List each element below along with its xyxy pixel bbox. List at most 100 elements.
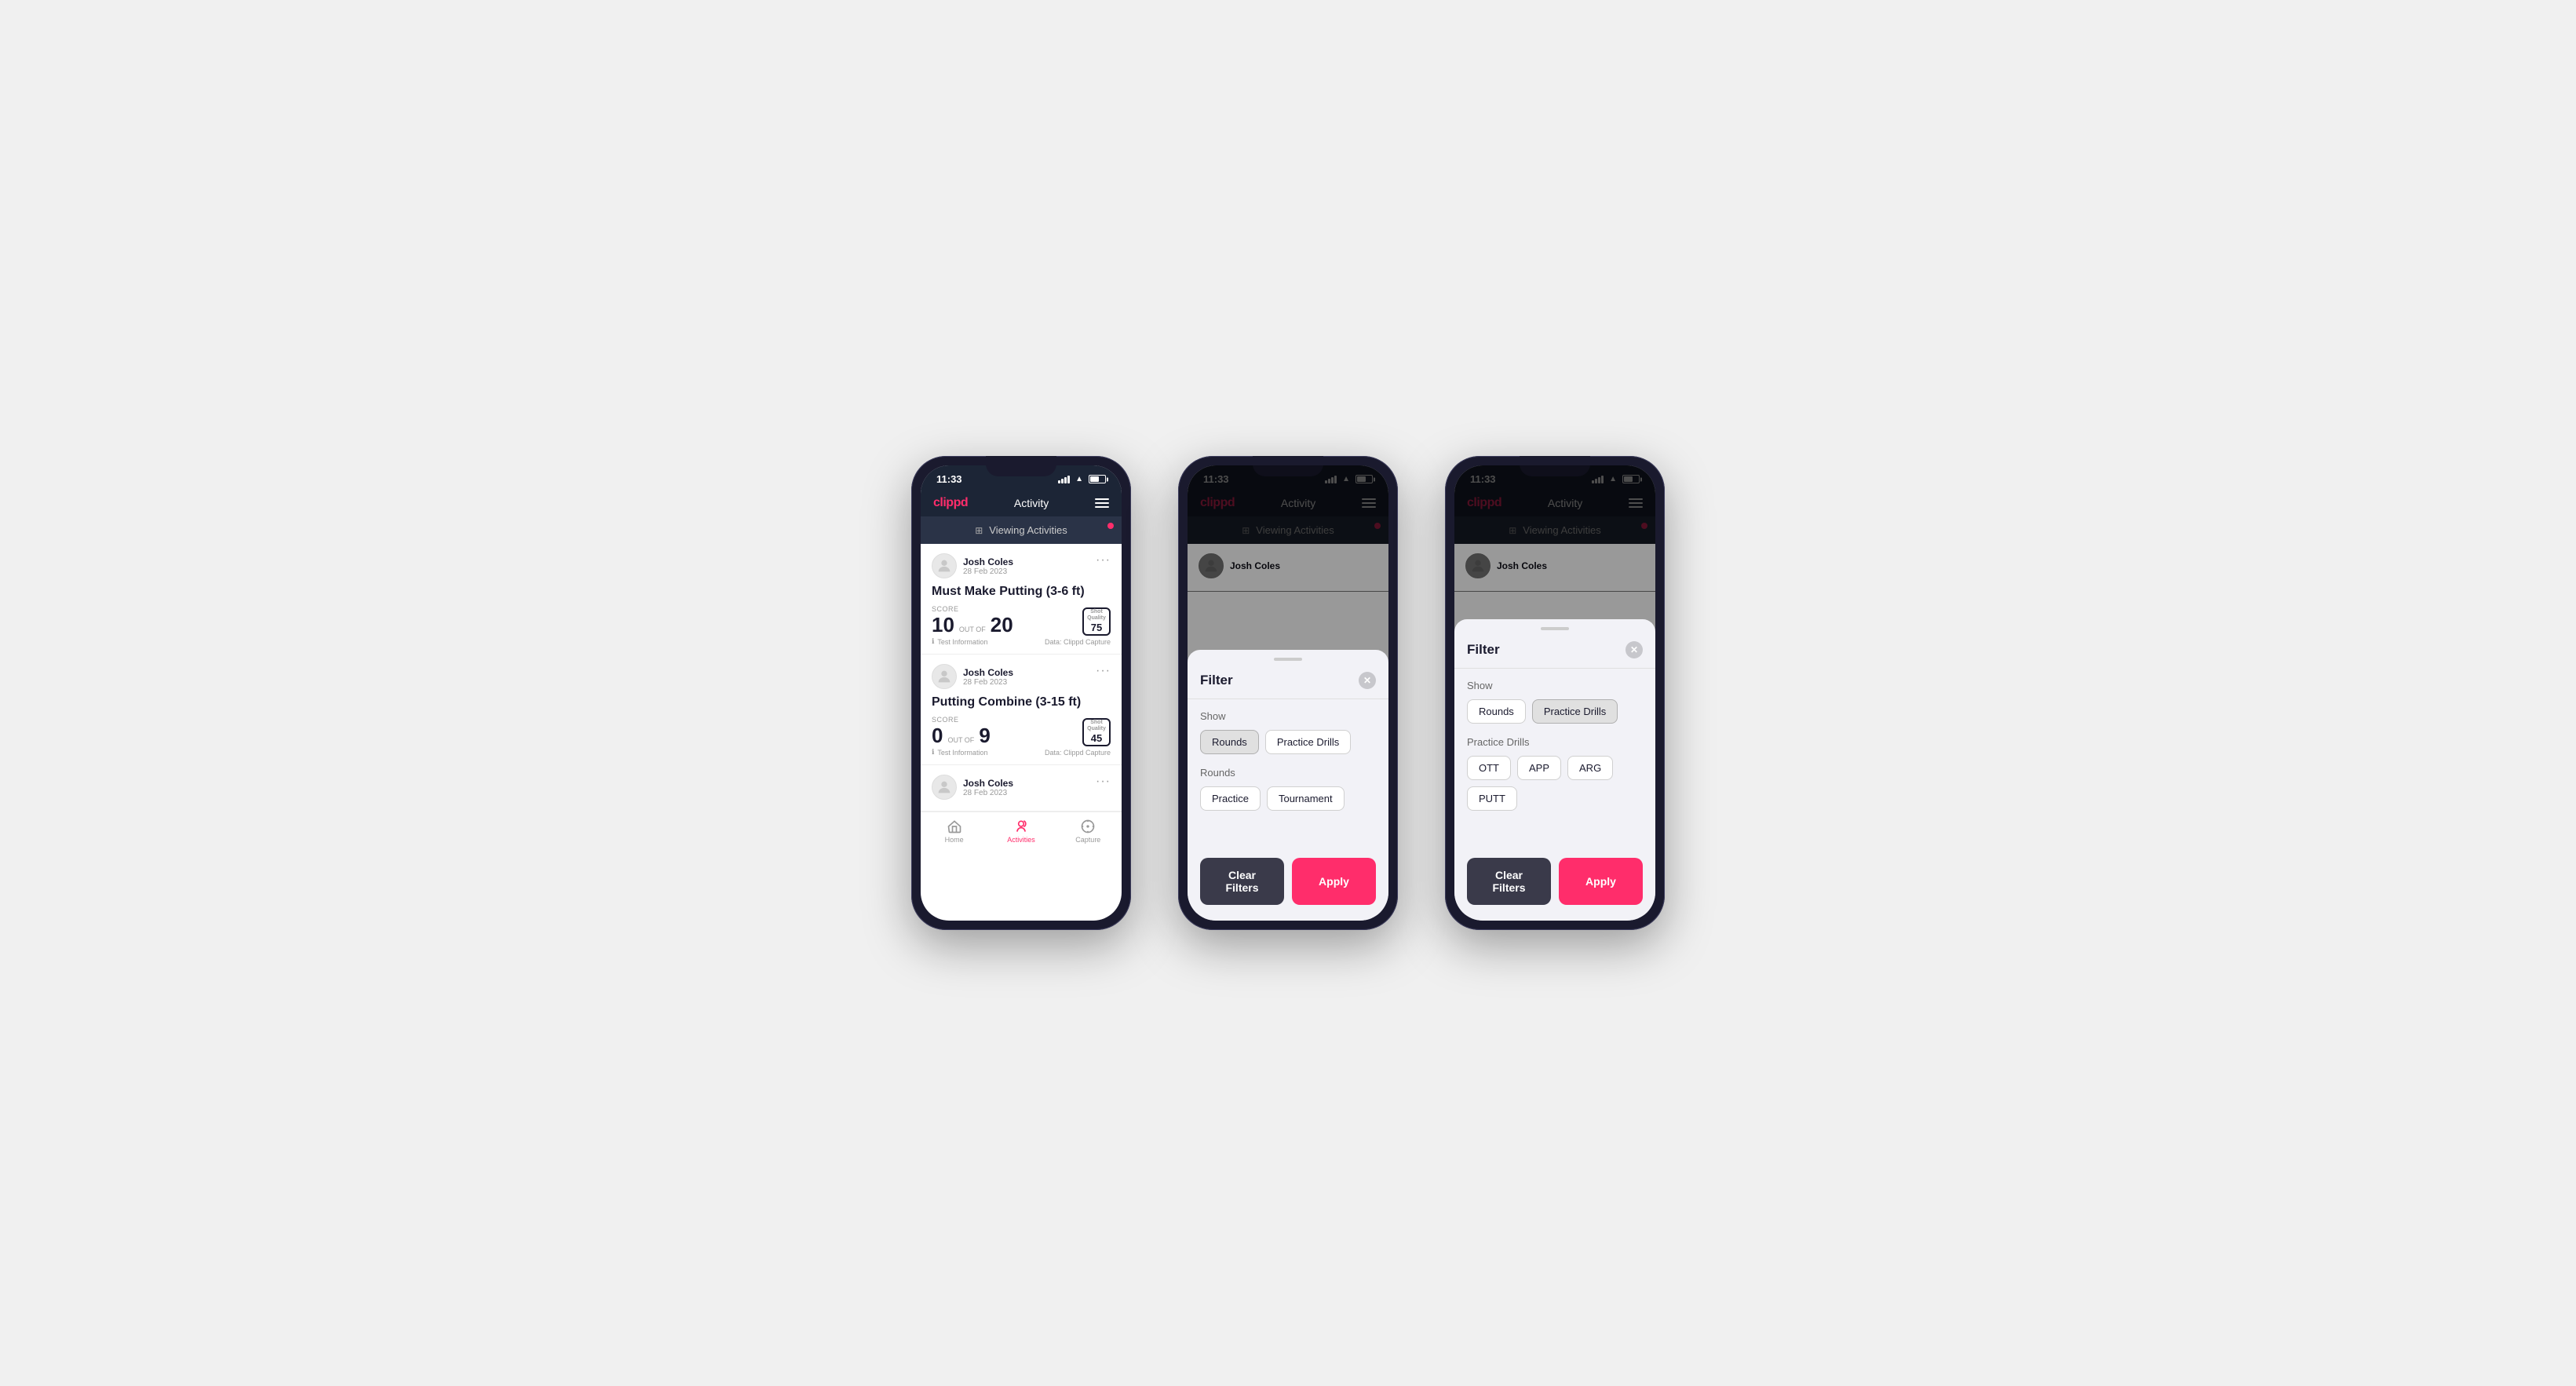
user-date-3: 28 Feb 2023 [963, 789, 1013, 797]
total-value-2: 9 [979, 724, 990, 748]
filter-body-2: Show Rounds Practice Drills Rounds Pract… [1188, 699, 1388, 834]
ott-btn-3[interactable]: OTT [1467, 756, 1511, 780]
nav-activities-1[interactable]: Activities [987, 819, 1054, 844]
phones-container: 11:33 ▲ clippd Activity [911, 456, 1665, 930]
practice-btn-2[interactable]: Practice [1200, 786, 1261, 811]
hamburger-menu-1[interactable] [1095, 498, 1109, 508]
quality-badge-1: Shot Quality 75 [1082, 607, 1111, 636]
total-value-1: 20 [991, 613, 1013, 637]
time-1: 11:33 [936, 473, 962, 485]
test-info-2: ℹ Test Information [932, 748, 987, 757]
filter-body-3: Show Rounds Practice Drills Practice Dri… [1454, 669, 1655, 834]
quality-value-1: 75 [1084, 622, 1109, 633]
activity-title-2: Putting Combine (3-15 ft) [932, 695, 1111, 709]
show-filter-row-2: Rounds Practice Drills [1200, 730, 1376, 754]
score-label-1: Score [932, 605, 1013, 613]
wifi-icon-1: ▲ [1075, 475, 1083, 483]
filter-title-2: Filter [1200, 673, 1233, 688]
footer-left-1: Test Information [937, 638, 987, 646]
options-2[interactable]: ··· [1096, 664, 1111, 678]
phone-1-screen: 11:33 ▲ clippd Activity [921, 465, 1122, 921]
user-details-1: Josh Coles 28 Feb 2023 [963, 556, 1013, 576]
logo-1: clippd [933, 496, 968, 510]
rounds-btn-3[interactable]: Rounds [1467, 699, 1526, 724]
filter-icon-1: ⊞ [975, 525, 983, 536]
card-header-1: Josh Coles 28 Feb 2023 ··· [932, 553, 1111, 578]
show-filter-row-3: Rounds Practice Drills [1467, 699, 1643, 724]
apply-btn-2[interactable]: Apply [1292, 858, 1376, 905]
stats-group-1: Score 10 OUT OF 20 [932, 605, 1013, 637]
options-3[interactable]: ··· [1096, 775, 1111, 789]
user-name-1: Josh Coles [963, 556, 1013, 567]
filter-handle-3 [1541, 627, 1569, 630]
filter-overlay-2: Filter ✕ Show Rounds Practice Drills Rou… [1188, 465, 1388, 921]
user-info-2: Josh Coles 28 Feb 2023 [932, 664, 1013, 689]
app-btn-3[interactable]: APP [1517, 756, 1561, 780]
apply-btn-3[interactable]: Apply [1559, 858, 1643, 905]
bottom-nav-1: Home Activities Captur [921, 812, 1122, 853]
info-icon-2: ℹ [932, 748, 934, 757]
filter-sheet-3: Filter ✕ Show Rounds Practice Drills Pra… [1454, 619, 1655, 921]
show-label-2: Show [1200, 710, 1376, 722]
clear-filters-btn-2[interactable]: Clear Filters [1200, 858, 1284, 905]
home-icon-1 [947, 819, 962, 834]
info-icon-1: ℹ [932, 637, 934, 646]
notification-dot-1 [1107, 523, 1114, 529]
avatar-3 [932, 775, 957, 800]
user-details-3: Josh Coles 28 Feb 2023 [963, 778, 1013, 797]
user-date-1: 28 Feb 2023 [963, 567, 1013, 576]
user-info-3: Josh Coles 28 Feb 2023 [932, 775, 1013, 800]
clear-filters-btn-3[interactable]: Clear Filters [1467, 858, 1551, 905]
avatar-2 [932, 664, 957, 689]
filter-header-3: Filter ✕ [1454, 635, 1655, 669]
nav-home-1[interactable]: Home [921, 819, 987, 844]
options-1[interactable]: ··· [1096, 553, 1111, 567]
filter-close-2[interactable]: ✕ [1359, 672, 1376, 689]
filter-title-3: Filter [1467, 642, 1500, 658]
nav-home-label-1: Home [945, 836, 964, 844]
filter-close-3[interactable]: ✕ [1626, 641, 1643, 658]
bar2 [1061, 479, 1064, 483]
putt-btn-3[interactable]: PUTT [1467, 786, 1517, 811]
card-footer-2: ℹ Test Information Data: Clippd Capture [932, 748, 1111, 757]
activities-icon-1 [1013, 819, 1029, 834]
viewing-banner-1[interactable]: ⊞ Viewing Activities [921, 516, 1122, 544]
score-value-2: 0 [932, 724, 943, 748]
hamburger-line [1095, 506, 1109, 508]
bar1 [1058, 480, 1060, 483]
card-header-3: Josh Coles 28 Feb 2023 ··· [932, 775, 1111, 800]
practice-drills-btn-2[interactable]: Practice Drills [1265, 730, 1351, 754]
user-name-3: Josh Coles [963, 778, 1013, 789]
user-name-2: Josh Coles [963, 667, 1013, 678]
avatar-1 [932, 553, 957, 578]
phone-3: 11:33 ▲ cli [1445, 456, 1665, 930]
score-value-1: 10 [932, 613, 954, 637]
nav-activities-label-1: Activities [1007, 836, 1035, 844]
nav-capture-1[interactable]: Capture [1055, 819, 1122, 844]
rounds-btn-2[interactable]: Rounds [1200, 730, 1259, 754]
user-details-2: Josh Coles 28 Feb 2023 [963, 667, 1013, 687]
phone-3-screen: 11:33 ▲ cli [1454, 465, 1655, 921]
signal-bars-1 [1058, 476, 1070, 483]
activity-card-1: Josh Coles 28 Feb 2023 ··· Must Make Put… [921, 544, 1122, 655]
filter-footer-3: Clear Filters Apply [1454, 858, 1655, 905]
filter-overlay-3: Filter ✕ Show Rounds Practice Drills Pra… [1454, 465, 1655, 921]
practice-drills-btn-3[interactable]: Practice Drills [1532, 699, 1618, 724]
capture-icon-1 [1080, 819, 1096, 834]
practice-filter-row-3: OTT APP ARG PUTT [1467, 756, 1643, 811]
stats-container-2: Score 0 OUT OF 9 Shot Quality 45 [932, 716, 1111, 748]
battery-icon-1 [1089, 475, 1106, 483]
filter-header-2: Filter ✕ [1188, 666, 1388, 699]
activity-card-3: Josh Coles 28 Feb 2023 ··· [921, 765, 1122, 812]
arg-btn-3[interactable]: ARG [1567, 756, 1613, 780]
card-footer-1: ℹ Test Information Data: Clippd Capture [932, 637, 1111, 646]
phone-1: 11:33 ▲ clippd Activity [911, 456, 1131, 930]
tournament-btn-2[interactable]: Tournament [1267, 786, 1345, 811]
footer-right-1: Data: Clippd Capture [1045, 638, 1111, 646]
quality-section-2: Shot Quality 45 [1084, 720, 1109, 745]
quality-label-2: Shot Quality [1084, 720, 1109, 733]
filter-handle-2 [1274, 658, 1302, 661]
bar4 [1067, 476, 1070, 483]
card-header-2: Josh Coles 28 Feb 2023 ··· [932, 664, 1111, 689]
quality-label-1: Shot Quality [1084, 609, 1109, 622]
